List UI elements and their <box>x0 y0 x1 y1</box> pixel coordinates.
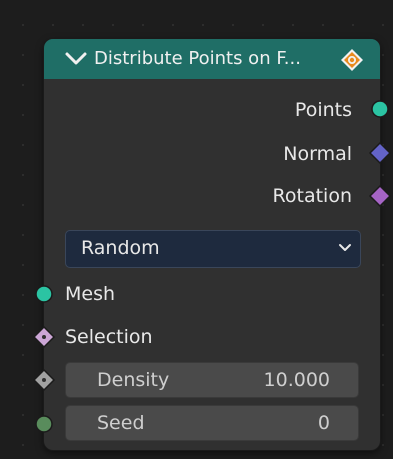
socket-output-normal[interactable] <box>368 141 392 165</box>
node-title: Distribute Points on F... <box>94 48 301 69</box>
output-label-rotation: Rotation <box>272 185 352 207</box>
chevron-down-icon[interactable] <box>64 50 88 68</box>
density-value: 10.000 <box>263 369 330 391</box>
node-distribute-points[interactable]: Distribute Points on F... Points Normal … <box>32 39 392 450</box>
node-header[interactable]: Distribute Points on F... <box>44 39 380 79</box>
seed-field[interactable]: Seed 0 <box>65 405 359 441</box>
chevron-down-icon <box>339 244 351 251</box>
input-label-mesh: Mesh <box>65 283 116 305</box>
socket-input-selection[interactable] <box>32 325 56 349</box>
mode-dropdown-value: Random <box>81 237 160 259</box>
seed-label: Seed <box>97 412 145 434</box>
output-label-points: Points <box>294 99 352 121</box>
socket-output-points[interactable] <box>370 99 390 119</box>
seed-value: 0 <box>317 412 330 434</box>
mode-dropdown[interactable]: Random <box>65 230 361 268</box>
socket-input-seed[interactable] <box>34 414 54 434</box>
density-label: Density <box>97 369 170 391</box>
socket-input-mesh[interactable] <box>34 284 54 304</box>
node-gizmo-icon[interactable] <box>340 48 364 72</box>
output-label-normal: Normal <box>283 143 352 165</box>
socket-output-rotation[interactable] <box>368 184 392 208</box>
input-label-selection: Selection <box>65 326 153 348</box>
density-field[interactable]: Density 10.000 <box>65 362 359 398</box>
socket-input-density[interactable] <box>32 368 56 392</box>
